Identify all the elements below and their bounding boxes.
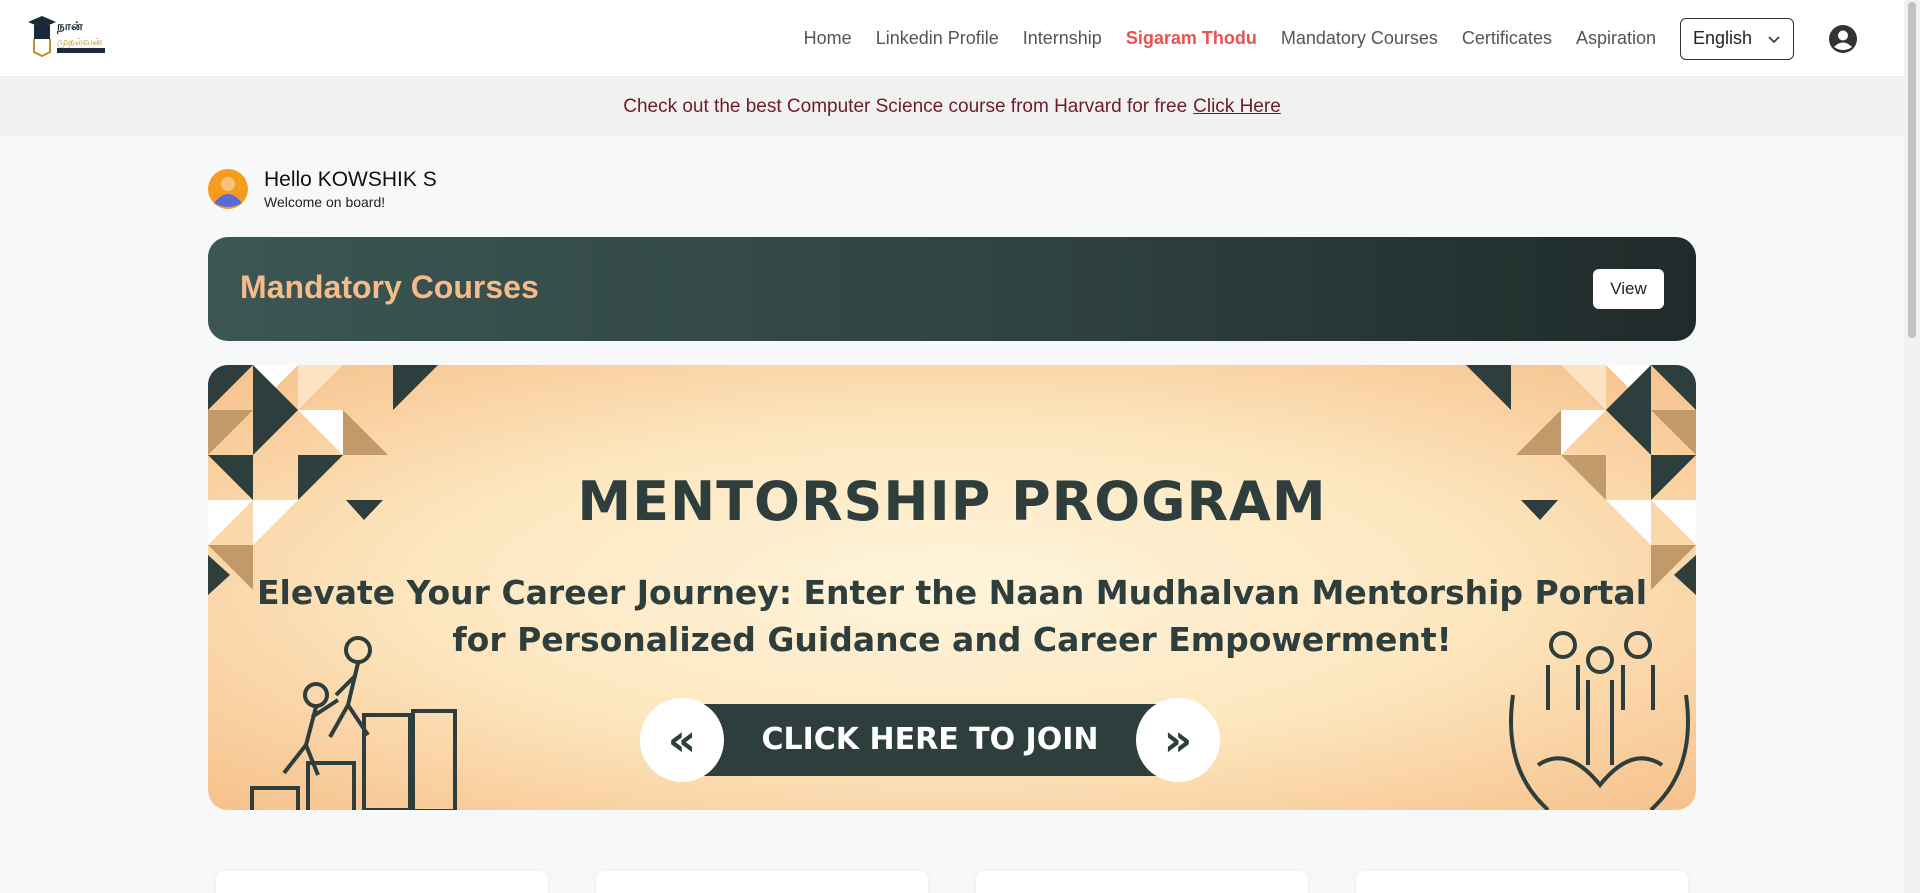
mentorship-banner[interactable]: MENTORSHIP PROGRAM Elevate Your Career J… xyxy=(208,365,1696,810)
course-card[interactable] xyxy=(596,871,928,893)
chevron-down-icon xyxy=(1768,35,1780,43)
course-card[interactable] xyxy=(976,871,1308,893)
mandatory-courses-banner: Mandatory Courses View xyxy=(208,237,1696,341)
page-scrollbar[interactable] xyxy=(1904,0,1920,893)
join-button[interactable]: « » CLICK HERE TO JOIN xyxy=(640,698,1220,782)
svg-text:நான்: நான் xyxy=(56,19,83,34)
nav-internship[interactable]: Internship xyxy=(1023,28,1102,49)
mentorship-line-2: for Personalized Guidance and Career Emp… xyxy=(452,620,1452,659)
announcement-bar: Check out the best Computer Science cour… xyxy=(0,77,1904,136)
nav-sigaram-thodu[interactable]: Sigaram Thodu xyxy=(1126,28,1257,49)
nav-home[interactable]: Home xyxy=(804,28,852,49)
announcement-link[interactable]: Click Here xyxy=(1193,96,1281,118)
join-label: CLICK HERE TO JOIN xyxy=(761,722,1099,757)
nav-linkedin-profile[interactable]: Linkedin Profile xyxy=(876,28,999,49)
mentorship-title: MENTORSHIP PROGRAM xyxy=(577,470,1327,533)
avatar xyxy=(208,169,248,209)
announcement-text: Check out the best Computer Science cour… xyxy=(623,95,1188,117)
mentorship-description: Elevate Your Career Journey: Enter the N… xyxy=(208,569,1696,663)
main-nav: Home Linkedin Profile Internship Sigaram… xyxy=(804,0,1904,77)
language-select[interactable]: English xyxy=(1680,17,1794,60)
course-card[interactable] xyxy=(1356,871,1688,893)
mentorship-line-1: Elevate Your Career Journey: Enter the N… xyxy=(256,573,1648,612)
top-navbar: நான் முதல்வன் Home Linkedin Profile Inte… xyxy=(0,0,1904,77)
scrollbar-thumb[interactable] xyxy=(1908,2,1916,338)
greeting-subtitle: Welcome on board! xyxy=(264,194,386,210)
user-greeting: Hello KOWSHIK S Welcome on board! xyxy=(208,168,437,210)
language-value: English xyxy=(1693,28,1753,48)
mandatory-courses-title: Mandatory Courses xyxy=(240,269,539,305)
svg-text:முதல்வன்: முதல்வன் xyxy=(57,37,102,48)
naan-mudhalvan-logo[interactable]: நான் முதல்வன் xyxy=(24,12,108,60)
course-card[interactable] xyxy=(216,871,548,893)
view-button[interactable]: View xyxy=(1593,269,1664,309)
nav-mandatory-courses[interactable]: Mandatory Courses xyxy=(1281,28,1438,49)
nav-certificates[interactable]: Certificates xyxy=(1462,28,1552,49)
greeting-name: Hello KOWSHIK S xyxy=(264,168,437,191)
nav-aspiration[interactable]: Aspiration xyxy=(1576,28,1656,49)
account-circle-icon[interactable] xyxy=(1828,24,1858,54)
